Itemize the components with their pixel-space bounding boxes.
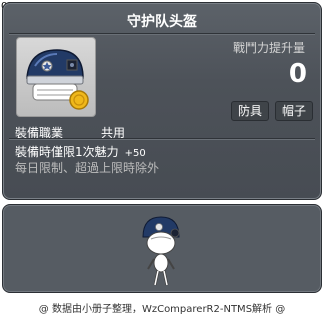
item-tooltip-panel: 守护队头盔 戰鬥力提升量 0 防具 帽子 裝備職業 共用 裝備時僅限1次魅力 +… [2, 2, 322, 200]
stat-divider [9, 138, 315, 140]
title-divider [9, 33, 315, 35]
tag-hat: 帽子 [275, 101, 314, 121]
item-icon-frame [16, 37, 96, 117]
footer-credit: @ 数据由小册子整理，WzComparerR2-NTMS解析 @ [38, 304, 286, 315]
stat-bonus: +50 [124, 148, 146, 159]
stat-line: 裝備時僅限1次魅力 +50 [15, 143, 146, 160]
character-preview-panel [2, 204, 322, 293]
character-preview-icon [142, 216, 180, 286]
tag-armor: 防具 [231, 101, 270, 121]
limit-text: 每日限制、超過上限時除外 [15, 161, 160, 175]
item-title: 守护队头盔 [127, 14, 197, 30]
police-helmet-icon [26, 49, 89, 110]
stat-text: 裝備時僅限1次魅力 [15, 145, 119, 159]
combat-power-label: 戰鬥力提升量 [232, 41, 305, 55]
combat-power-value: 0 [288, 59, 307, 89]
